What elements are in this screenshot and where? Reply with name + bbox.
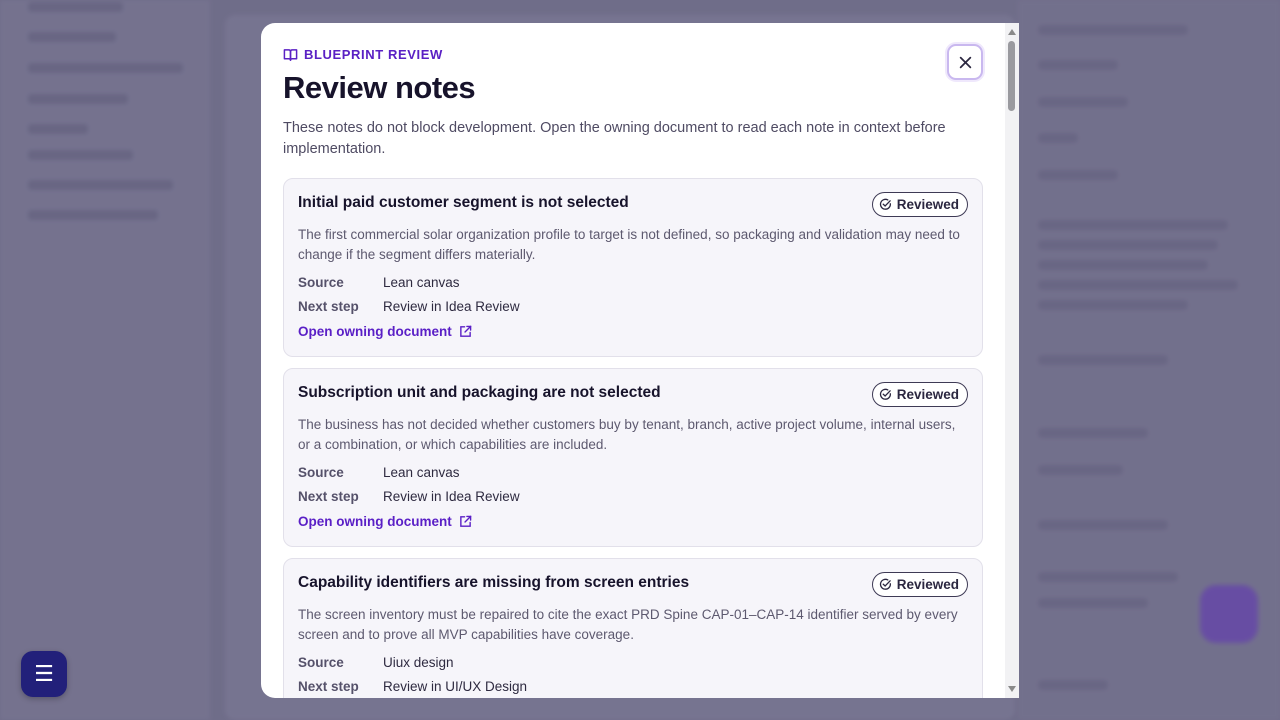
status-label: Reviewed (896, 577, 959, 592)
modal-eyebrow: BLUEPRINT REVIEW (283, 45, 983, 63)
status-label: Reviewed (896, 197, 959, 212)
next-step-label: Next step (298, 679, 359, 694)
scroll-down-arrow[interactable] (1008, 686, 1016, 692)
note-description: The screen inventory must be repaired to… (298, 607, 958, 642)
check-circle-icon (879, 388, 891, 400)
check-circle-icon (879, 578, 891, 590)
note-card: Initial paid customer segment is not sel… (283, 178, 983, 357)
external-link-icon (459, 515, 472, 527)
book-icon (283, 48, 298, 61)
note-card: Capability identifiers are missing from … (283, 558, 983, 698)
note-description: The first commercial solar organization … (298, 227, 960, 262)
source-label: Source (298, 465, 344, 480)
close-button[interactable] (947, 44, 983, 80)
source-value: Lean canvas (383, 465, 460, 480)
source-label: Source (298, 275, 344, 290)
note-card: Subscription unit and packaging are not … (283, 368, 983, 547)
eyebrow-label: BLUEPRINT REVIEW (304, 46, 443, 62)
status-badge: Reviewed (871, 192, 968, 217)
review-notes-modal: BLUEPRINT REVIEW Review notes These note… (261, 23, 1019, 698)
link-label: Open owning document (298, 514, 452, 529)
note-title: Subscription unit and packaging are not … (298, 384, 661, 401)
source-label: Source (298, 655, 344, 670)
status-badge: Reviewed (871, 572, 968, 597)
next-step-label: Next step (298, 489, 359, 504)
close-icon (959, 56, 971, 68)
next-step-value: Review in Idea Review (383, 299, 520, 314)
next-step-value: Review in UI/UX Design (383, 679, 528, 694)
note-meta: Source Uiux design Next step Review in U… (298, 653, 968, 696)
scrollbar-thumb[interactable] (1008, 41, 1015, 111)
check-circle-icon (879, 198, 891, 210)
external-link-icon (459, 325, 472, 337)
next-step-label: Next step (298, 299, 359, 314)
note-description: The business has not decided whether cus… (298, 417, 956, 452)
source-value: Lean canvas (383, 275, 460, 290)
note-meta: Source Lean canvas Next step Review in I… (298, 463, 968, 506)
note-title: Capability identifiers are missing from … (298, 574, 690, 591)
scroll-up-arrow[interactable] (1008, 29, 1016, 35)
link-label: Open owning document (298, 324, 452, 339)
menu-button[interactable]: ☰ (21, 651, 67, 697)
menu-icon: ☰ (34, 661, 54, 686)
status-label: Reviewed (896, 387, 959, 402)
modal-title: Review notes (283, 70, 476, 105)
status-badge: Reviewed (871, 382, 968, 407)
source-value: Uiux design (383, 655, 454, 670)
open-owning-document-link[interactable]: Open owning document (298, 324, 472, 339)
next-step-value: Review in Idea Review (383, 489, 520, 504)
note-title: Initial paid customer segment is not sel… (298, 194, 629, 211)
modal-subtitle: These notes do not block development. Op… (283, 120, 946, 158)
modal-scrollbar[interactable] (1005, 23, 1019, 698)
note-meta: Source Lean canvas Next step Review in I… (298, 273, 968, 316)
open-owning-document-link[interactable]: Open owning document (298, 514, 472, 529)
